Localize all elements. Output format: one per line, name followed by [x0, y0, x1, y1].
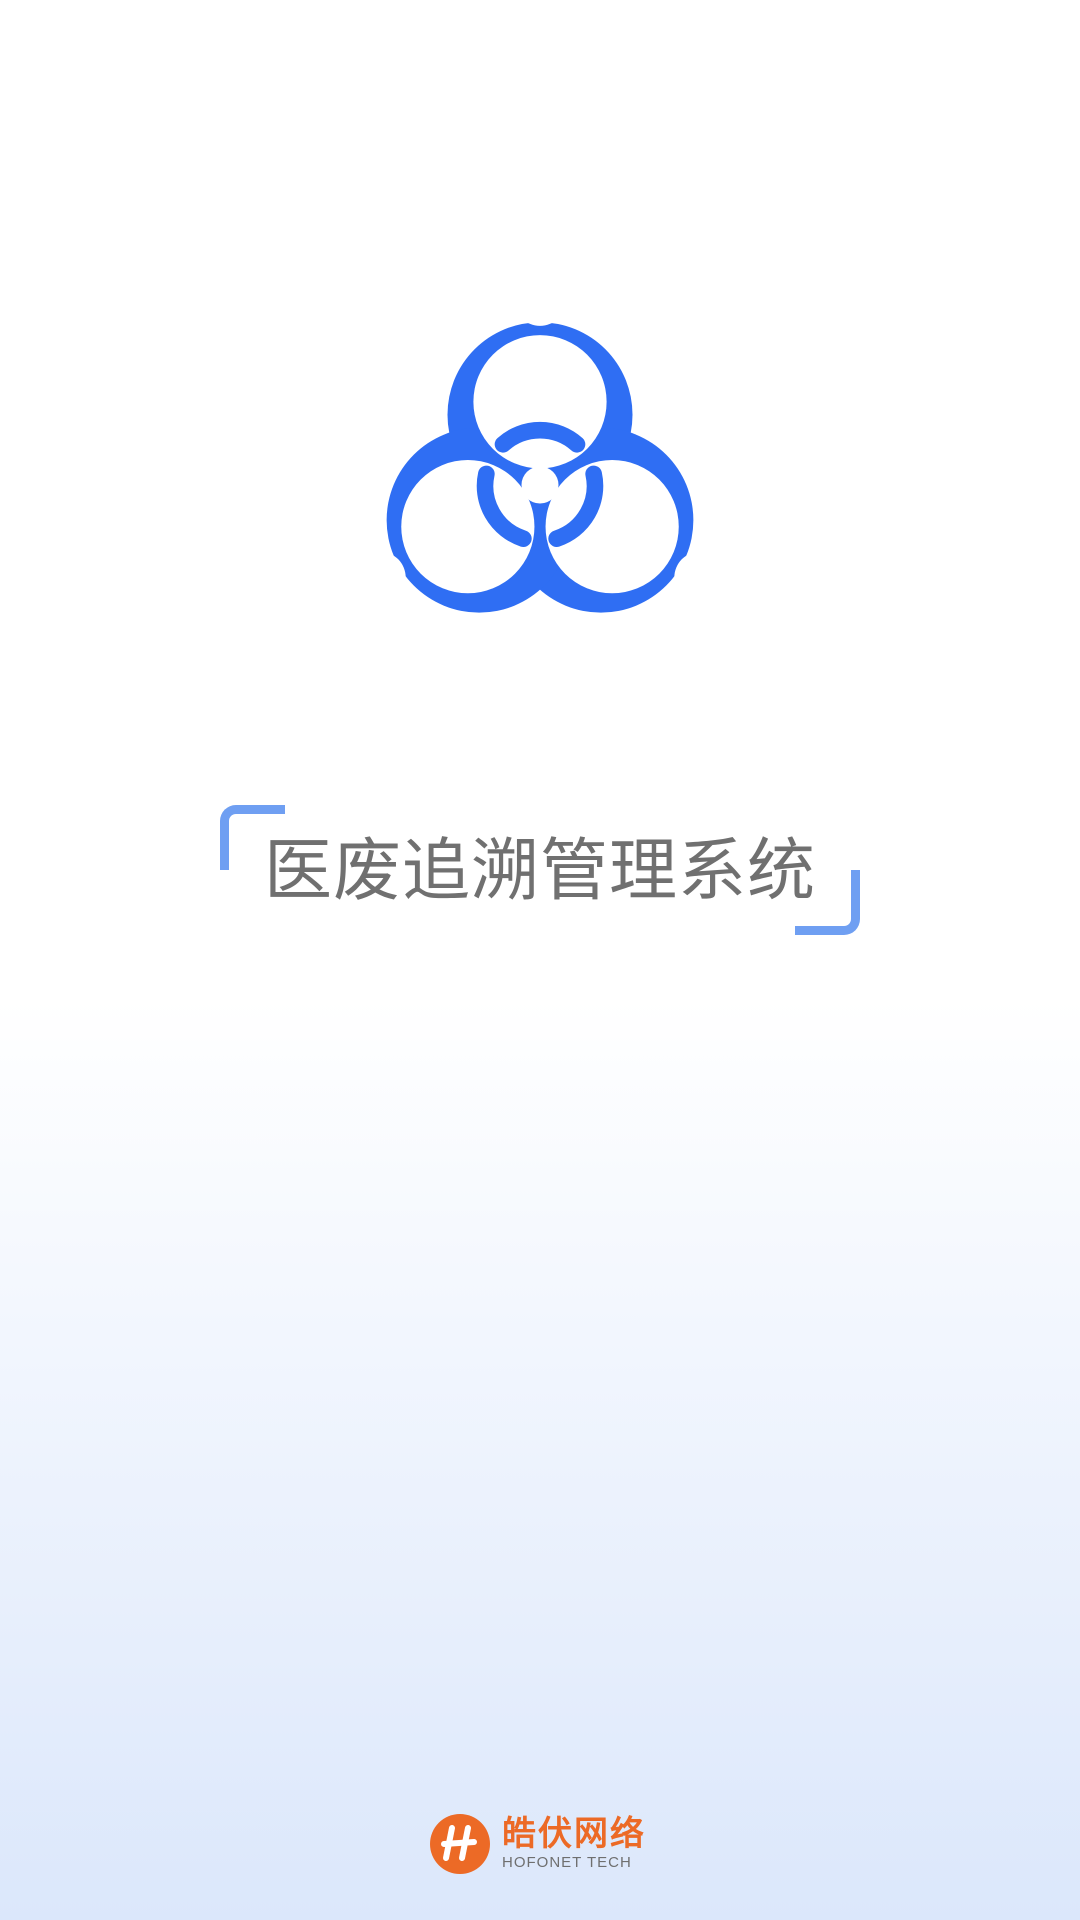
brand-subtitle: HOFONET TECH [502, 1853, 632, 1871]
corner-bracket-bottom-right [795, 870, 860, 935]
app-title: 医废追溯管理系统 [263, 832, 816, 911]
hofonet-logo-icon [430, 1814, 490, 1874]
biohazard-icon [340, 300, 740, 670]
title-section: 医废追溯管理系统 [220, 805, 860, 935]
company-brand: 皓伏网络 HOFONET TECH [430, 1812, 646, 1876]
brand-name: 皓伏网络 [502, 1814, 646, 1855]
